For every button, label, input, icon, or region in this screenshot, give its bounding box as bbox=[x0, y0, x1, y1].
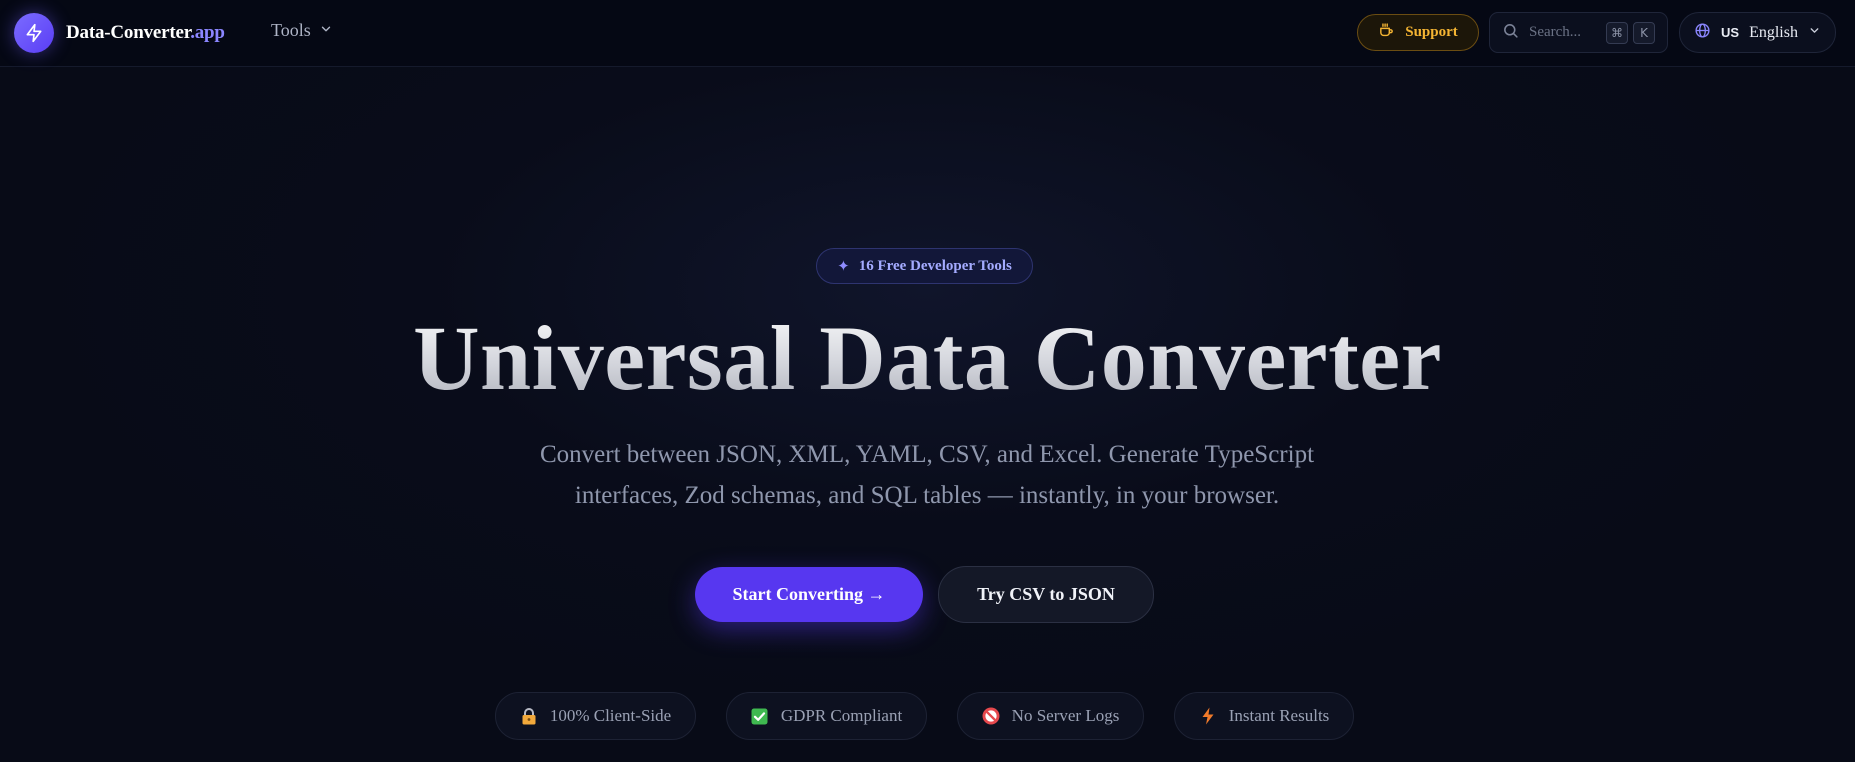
feature-label: Instant Results bbox=[1228, 706, 1330, 725]
hero-subtitle-line-2: interfaces, Zod schemas, and SQL tables … bbox=[574, 482, 1280, 509]
brand-home-link[interactable]: Data-Converter.app bbox=[14, 13, 225, 53]
feature-client-side: 100% Client-Side bbox=[495, 692, 696, 740]
brand-name: Data-Converter.app bbox=[66, 22, 225, 43]
hero-subtitle-line-1: Convert between JSON, XML, YAML, CSV, an… bbox=[539, 441, 1315, 468]
prohibited-icon bbox=[982, 707, 1000, 725]
language-label: English bbox=[1749, 23, 1798, 41]
start-converting-button[interactable]: Start Converting → bbox=[695, 567, 923, 622]
command-key: ⌘ bbox=[1606, 21, 1628, 44]
top-nav-bar: Data-Converter.app Tools Support Search.… bbox=[0, 0, 1855, 67]
feature-label: GDPR Compliant bbox=[780, 706, 903, 725]
support-label: Support bbox=[1405, 24, 1458, 40]
chevron-down-icon bbox=[1808, 24, 1821, 42]
hero-title: Universal Data Converter bbox=[0, 300, 1855, 416]
language-code: US bbox=[1721, 25, 1740, 40]
check-box-icon bbox=[751, 707, 769, 725]
chevron-down-icon bbox=[319, 20, 333, 41]
feature-instant: Instant Results bbox=[1174, 692, 1354, 740]
badge-label: 16 Free Developer Tools bbox=[858, 257, 1012, 274]
search-placeholder: Search... bbox=[1529, 24, 1582, 40]
feature-label: 100% Client-Side bbox=[549, 706, 672, 725]
hero-subtitle: Convert between JSON, XML, YAML, CSV, an… bbox=[477, 434, 1377, 516]
search-input[interactable]: Search... ⌘ K bbox=[1489, 12, 1668, 53]
tools-menu-label: Tools bbox=[271, 20, 311, 40]
sparkle-icon: ✦ bbox=[837, 257, 850, 275]
support-button[interactable]: Support bbox=[1357, 14, 1479, 51]
feature-no-logs: No Server Logs bbox=[957, 692, 1144, 740]
tools-count-badge: ✦ 16 Free Developer Tools bbox=[816, 248, 1033, 284]
feature-label: No Server Logs bbox=[1011, 706, 1120, 725]
search-shortcut: ⌘ K bbox=[1606, 21, 1655, 44]
k-key: K bbox=[1633, 21, 1655, 44]
try-csv-to-json-button[interactable]: Try CSV to JSON bbox=[938, 566, 1154, 623]
globe-icon bbox=[1694, 22, 1711, 44]
coffee-cup-icon bbox=[1378, 22, 1395, 44]
tools-menu-button[interactable]: Tools bbox=[271, 20, 333, 41]
language-select[interactable]: US English bbox=[1679, 12, 1836, 53]
lightning-logo-icon bbox=[14, 13, 54, 53]
lightning-icon bbox=[1199, 707, 1217, 725]
feature-gdpr: GDPR Compliant bbox=[726, 692, 927, 740]
brand-suffix: .app bbox=[190, 22, 225, 43]
search-icon bbox=[1502, 22, 1519, 44]
lock-icon bbox=[520, 707, 538, 725]
